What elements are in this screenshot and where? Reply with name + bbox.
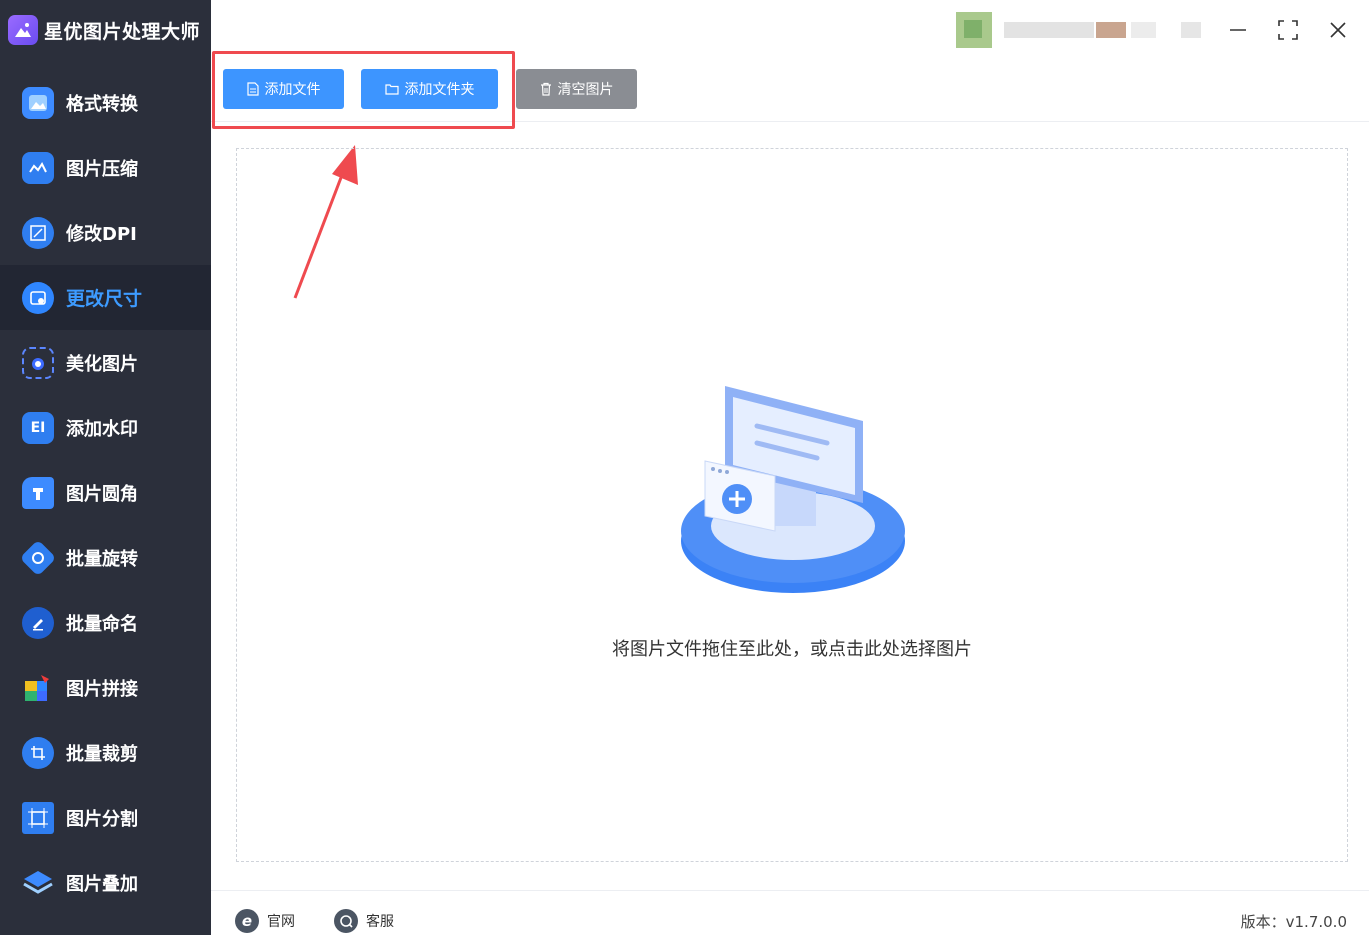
sidebar-item-rotate[interactable]: 批量旋转: [0, 525, 211, 590]
beautify-icon: [22, 346, 54, 379]
layers-icon: [22, 867, 54, 899]
rename-icon: [22, 606, 54, 639]
sidebar-item-watermark[interactable]: EI 添加水印: [0, 395, 211, 460]
sidebar-item-dpi[interactable]: 修改DPI: [0, 200, 211, 265]
minimize-button[interactable]: [1224, 16, 1252, 44]
support-link[interactable]: 客服: [334, 909, 394, 933]
app-title: 星优图片处理大师: [44, 20, 201, 43]
footer: e 官网 客服 版本：v1.7.0.0: [211, 890, 1369, 935]
support-label: 客服: [366, 914, 394, 930]
drop-hint-text: 将图片文件拖住至此处，或点击此处选择图片: [612, 639, 972, 660]
toolbar: 添加文件 添加文件夹 清空图片: [211, 60, 1369, 122]
close-button[interactable]: [1324, 16, 1352, 44]
add-file-button[interactable]: 添加文件: [223, 69, 344, 109]
sidebar-item-compress[interactable]: 图片压缩: [0, 135, 211, 200]
clear-images-label: 清空图片: [557, 82, 614, 98]
brand: 星优图片处理大师: [0, 0, 211, 60]
app-logo-icon: [8, 15, 38, 45]
monitor-add-illustration: [681, 386, 905, 593]
crop-icon: [22, 736, 54, 769]
sidebar-item-label: 修改DPI: [66, 223, 137, 245]
sidebar-item-label: 图片叠加: [66, 873, 138, 895]
sidebar-item-label: 添加水印: [66, 418, 138, 440]
sidebar-item-label: 批量旋转: [66, 548, 138, 570]
website-link[interactable]: e 官网: [235, 909, 295, 933]
rotate-icon: [19, 539, 57, 576]
clear-images-button[interactable]: 清空图片: [516, 69, 637, 109]
version-text: 版本：v1.7.0.0: [1240, 913, 1347, 931]
website-label: 官网: [267, 914, 295, 930]
file-icon: [246, 82, 259, 96]
image-compress-icon: [22, 151, 54, 184]
browser-icon: e: [235, 909, 259, 933]
sidebar-item-label: 图片圆角: [66, 483, 138, 505]
sidebar-nav: 格式转换 图片压缩 修改DPI 更改尺寸 美化图片 EI 添加水印 图片圆角 批…: [0, 70, 211, 915]
image-convert-icon: [22, 86, 54, 119]
sidebar-item-stitch[interactable]: 图片拼接: [0, 655, 211, 720]
chat-icon: [334, 909, 358, 933]
sidebar-item-label: 图片拼接: [66, 678, 138, 700]
sidebar-item-round-corner[interactable]: 图片圆角: [0, 460, 211, 525]
resize-icon: [22, 281, 54, 314]
split-icon: [22, 801, 54, 834]
dpi-icon: [22, 216, 54, 249]
add-file-label: 添加文件: [264, 82, 321, 98]
image-drop-zone[interactable]: 将图片文件拖住至此处，或点击此处选择图片: [236, 148, 1348, 862]
sidebar-item-crop[interactable]: 批量裁剪: [0, 720, 211, 785]
maximize-button[interactable]: [1274, 16, 1302, 44]
puzzle-icon: [22, 672, 54, 704]
sidebar-item-label: 格式转换: [66, 93, 138, 115]
user-account-blurred[interactable]: [956, 12, 1211, 48]
sidebar-item-label: 美化图片: [66, 353, 138, 375]
folder-icon: [384, 84, 399, 95]
round-corner-icon: [22, 476, 54, 509]
sidebar-item-beautify[interactable]: 美化图片: [0, 330, 211, 395]
sidebar-item-label: 更改尺寸: [66, 288, 143, 310]
sidebar-item-format-convert[interactable]: 格式转换: [0, 70, 211, 135]
sidebar-item-label: 图片分割: [66, 808, 138, 830]
sidebar-item-resize[interactable]: 更改尺寸: [0, 265, 211, 330]
add-folder-button[interactable]: 添加文件夹: [361, 69, 498, 109]
add-folder-label: 添加文件夹: [404, 82, 475, 98]
title-bar: [211, 0, 1369, 60]
watermark-icon: EI: [22, 411, 54, 444]
sidebar-item-label: 批量裁剪: [66, 743, 138, 765]
sidebar-item-rename[interactable]: 批量命名: [0, 590, 211, 655]
sidebar-item-split[interactable]: 图片分割: [0, 785, 211, 850]
sidebar-item-label: 图片压缩: [66, 158, 138, 180]
sidebar-item-overlay[interactable]: 图片叠加: [0, 850, 211, 915]
sidebar: 星优图片处理大师 格式转换 图片压缩 修改DPI 更改尺寸 美化图片 EI 添加…: [0, 0, 211, 935]
trash-icon: [540, 82, 551, 96]
sidebar-item-label: 批量命名: [66, 613, 138, 635]
